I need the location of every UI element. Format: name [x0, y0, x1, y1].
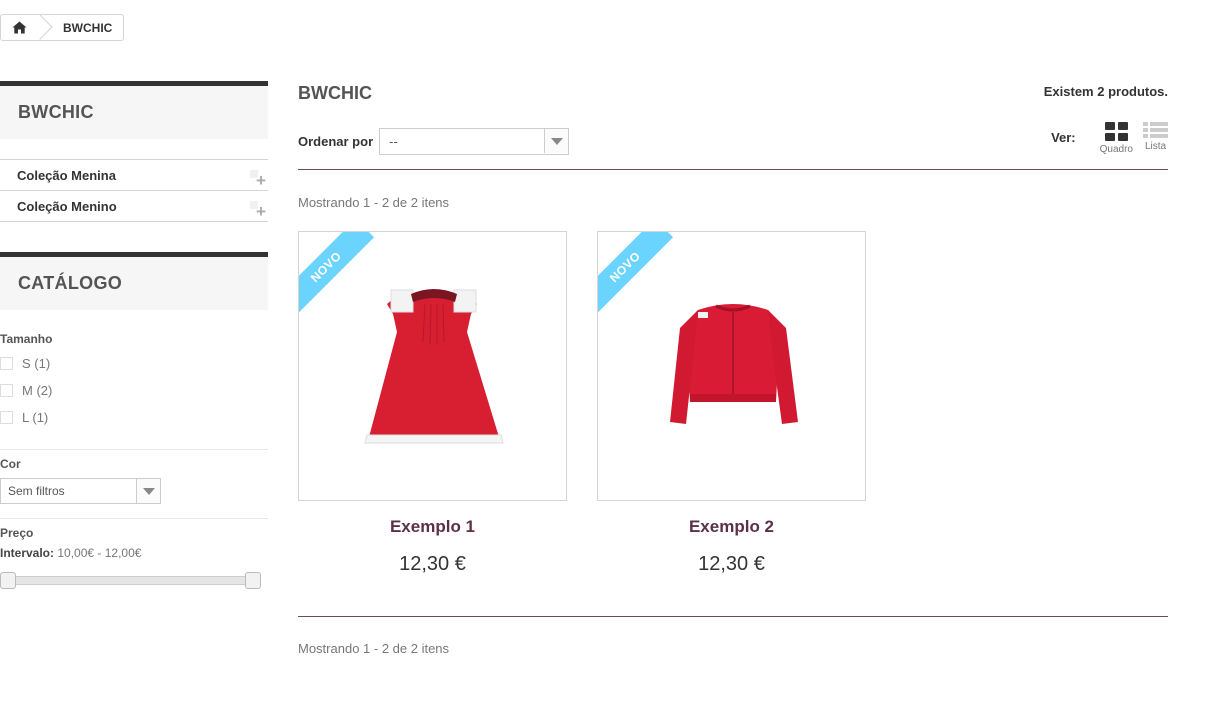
category-list: Coleção Menina + Coleção Menino + — [0, 159, 268, 222]
product-image-link[interactable]: NOVO — [298, 231, 567, 501]
category-label[interactable]: Coleção Menino — [17, 199, 117, 214]
price-slider-handle-min[interactable] — [0, 572, 16, 589]
product-price: 12,30 € — [698, 553, 765, 575]
price-slider[interactable] — [0, 572, 261, 589]
size-filter: Tamanho S (1) M (2) L (1) — [0, 310, 268, 450]
size-option-s[interactable]: S (1) — [0, 350, 268, 377]
content-divider — [298, 169, 1168, 170]
color-filter: Cor Sem filtros — [0, 450, 268, 519]
view-list-button[interactable]: Lista — [1143, 122, 1168, 152]
breadcrumb: BWCHIC — [0, 14, 124, 41]
red-dress-image[interactable] — [299, 232, 567, 501]
page-title: BWCHIC — [298, 83, 372, 103]
content-divider-bottom — [298, 616, 1168, 617]
expand-plus-icon[interactable]: + — [250, 170, 268, 190]
price-range-label: Intervalo: — [0, 546, 55, 560]
size-option-label[interactable]: M (2) — [22, 383, 52, 398]
price-filter-label: Preço — [0, 526, 34, 540]
category-label[interactable]: Coleção Menina — [17, 168, 116, 183]
color-select[interactable]: Sem filtros — [0, 478, 161, 504]
color-filter-label: Cor — [0, 457, 21, 471]
size-checkbox[interactable] — [0, 411, 13, 424]
product-name[interactable]: Exemplo 1 — [298, 517, 567, 537]
price-range-text: Intervalo: 10,00€ - 12,00€ — [0, 546, 268, 560]
chevron-down-icon[interactable] — [136, 479, 160, 503]
size-filter-label: Tamanho — [0, 332, 53, 346]
view-grid-button[interactable]: Quadro — [1100, 122, 1133, 155]
price-slider-handle-max[interactable] — [245, 572, 261, 589]
catalog-block: CATÁLOGO Tamanho S (1) M (2) L (1) Cor S… — [0, 252, 268, 589]
sort-label: Ordenar por — [298, 133, 374, 149]
sort-bar: Ordenar por -- Ver: Quadro Lista — [298, 122, 1168, 156]
red-cardigan-image[interactable] — [598, 232, 866, 501]
catalog-block-title: CATÁLOGO — [0, 252, 268, 310]
product-price: 12,30 € — [399, 553, 466, 575]
expand-plus-icon[interactable]: + — [250, 201, 268, 221]
view-list-label[interactable]: Lista — [1145, 141, 1166, 152]
size-checkbox[interactable] — [0, 384, 13, 397]
list-view-icon[interactable] — [1143, 122, 1168, 138]
sidebar: BWCHIC Coleção Menina + Coleção Menino +… — [0, 81, 268, 589]
grid-view-icon[interactable] — [1104, 122, 1128, 141]
size-option-label[interactable]: S (1) — [22, 356, 50, 371]
price-range-value: 10,00€ - 12,00€ — [57, 546, 142, 560]
sort-select[interactable]: -- — [379, 127, 570, 155]
chevron-down-icon[interactable] — [544, 129, 569, 153]
product-name[interactable]: Exemplo 2 — [597, 517, 866, 537]
home-icon — [12, 21, 26, 34]
category-item[interactable]: Coleção Menina + — [0, 160, 268, 191]
product-card[interactable]: NOVO Exemplo 1 12,30 € — [298, 231, 567, 576]
view-switcher: Ver: Quadro Lista — [1051, 122, 1168, 155]
breadcrumb-current: BWCHIC — [63, 20, 113, 35]
product-image-link[interactable]: NOVO — [597, 231, 866, 501]
size-option-l[interactable]: L (1) — [0, 404, 268, 431]
product-count: Existem 2 produtos. — [1043, 84, 1168, 99]
sort-select-value: -- — [389, 133, 398, 149]
showing-count-bottom: Mostrando 1 - 2 de 2 itens — [298, 641, 450, 656]
product-list: NOVO Exemplo 1 12,30 € NOVO Exemplo 2 12… — [298, 231, 1168, 576]
size-checkbox[interactable] — [0, 357, 13, 370]
color-select-value: Sem filtros — [8, 484, 65, 498]
product-card[interactable]: NOVO Exemplo 2 12,30 € — [597, 231, 866, 576]
size-option-m[interactable]: M (2) — [0, 377, 268, 404]
category-item[interactable]: Coleção Menino + — [0, 191, 268, 222]
main-content: BWCHIC Existem 2 produtos. Ordenar por -… — [298, 81, 1168, 656]
price-slider-track[interactable] — [6, 576, 255, 585]
price-filter: Preço Intervalo: 10,00€ - 12,00€ — [0, 519, 268, 589]
view-label: Ver: — [1051, 130, 1076, 145]
brand-block-title: BWCHIC — [0, 81, 268, 139]
size-option-label[interactable]: L (1) — [22, 410, 48, 425]
view-grid-label[interactable]: Quadro — [1100, 144, 1133, 155]
showing-count-top: Mostrando 1 - 2 de 2 itens — [298, 195, 450, 210]
